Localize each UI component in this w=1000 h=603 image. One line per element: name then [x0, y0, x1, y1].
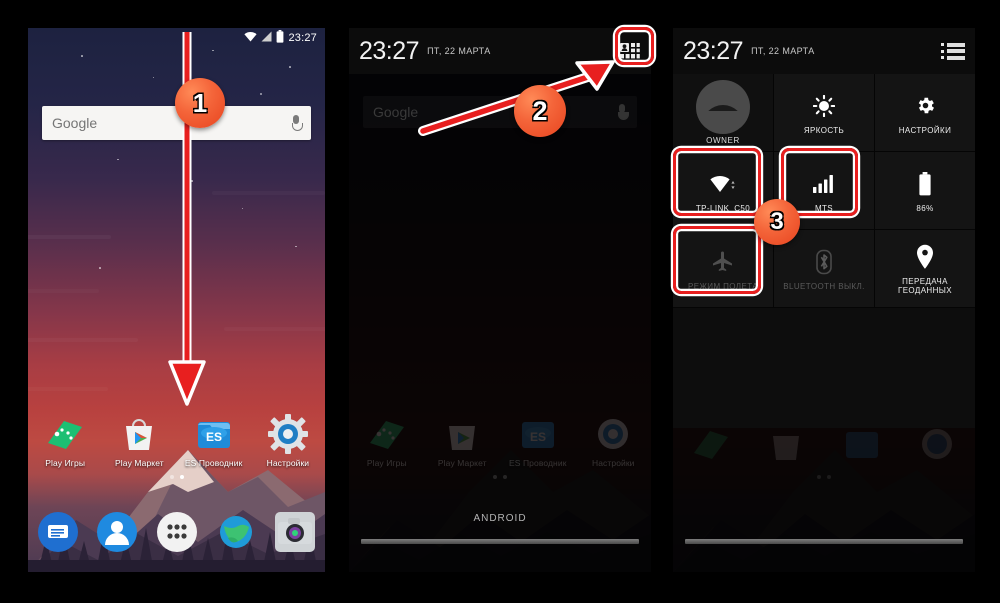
dimmed-google-search-widget: Google	[363, 96, 637, 128]
cellular-signal-icon	[261, 31, 272, 45]
search-placeholder: Google	[52, 115, 98, 131]
tile-user[interactable]: OWNER	[673, 74, 774, 152]
play-store-icon	[441, 413, 483, 455]
play-store-icon	[765, 423, 807, 465]
dimmed-page-dots	[349, 466, 651, 484]
dimmed-app-row	[673, 423, 975, 468]
es-file-explorer-icon	[841, 423, 883, 465]
tile-label: 86%	[916, 203, 934, 213]
tile-label: BLUETOOTH ВЫКЛ.	[783, 281, 865, 291]
quick-settings-row: OWNER ЯРКОСТЬ НАСТРОЙКИ	[673, 74, 975, 152]
app-settings: Настройки	[576, 413, 652, 468]
battery-icon	[276, 30, 284, 46]
wifi-icon	[244, 31, 258, 45]
app-settings[interactable]: Настройки	[251, 413, 325, 468]
user-avatar-icon	[696, 80, 750, 134]
highlight-wifi-tile	[673, 148, 761, 216]
es-file-explorer-icon: ES	[517, 413, 559, 455]
shade-clock: 23:27	[359, 36, 420, 65]
play-store-icon	[118, 413, 160, 455]
app-play-store: Play Маркет	[425, 413, 501, 468]
svg-text:ES: ES	[530, 430, 546, 444]
status-bar-clock: 23:27	[288, 32, 317, 44]
microphone-icon	[617, 104, 629, 120]
app-es-file-explorer	[824, 423, 900, 468]
tile-bluetooth[interactable]: BLUETOOTH ВЫКЛ.	[774, 230, 875, 308]
quick-settings-header-bar: 23:27 ПТ, 22 МАРТА	[673, 28, 975, 74]
app-es-file-explorer: ES ES Проводник	[500, 413, 576, 468]
step-badge-1: 1	[175, 78, 225, 128]
step-badge-label: 1	[192, 87, 208, 118]
dimmed-app-row: Play Игры Play Маркет ES ES Проводник На…	[349, 413, 651, 468]
settings-gear-icon	[915, 91, 936, 121]
search-placeholder: Google	[373, 104, 419, 120]
step-badge-label: 3	[770, 208, 784, 235]
tile-label: НАСТРОЙКИ	[898, 125, 952, 135]
tile-label: OWNER	[706, 136, 740, 145]
homescreen-app-row: Play Игры Play Маркет ES ES Проводник На…	[28, 413, 325, 468]
app-play-games: Play Игры	[349, 413, 425, 468]
camera-icon	[275, 512, 316, 552]
tile-label: ПЕРЕДАЧА ГЕОДАННЫХ	[897, 277, 953, 295]
step-badge-label: 2	[532, 95, 548, 126]
tile-location[interactable]: ПЕРЕДАЧА ГЕОДАННЫХ	[875, 230, 975, 308]
shade-handle-label: ANDROID	[473, 513, 527, 524]
svg-text:ES: ES	[206, 430, 222, 444]
notifications-list-icon[interactable]	[941, 42, 965, 60]
dock-camera[interactable]	[266, 512, 325, 552]
dock-contacts[interactable]	[87, 512, 146, 552]
shade-header-bar: 23:27 ПТ, 22 МАРТА	[349, 28, 651, 74]
app-play-games[interactable]: Play Игры	[28, 413, 102, 468]
microphone-icon[interactable]	[291, 115, 303, 131]
tile-label: ЯРКОСТЬ	[803, 125, 845, 135]
location-pin-icon	[915, 242, 935, 272]
app-play-store[interactable]: Play Маркет	[102, 413, 176, 468]
phone-screen-quick-settings: 23:27 ПТ, 22 МАРТА OWNER ЯРКОСТЬ НАСТРОЙ…	[673, 28, 975, 572]
shade-clock: 23:27	[683, 36, 744, 65]
shade-drag-handle[interactable]	[685, 539, 963, 544]
tile-battery[interactable]: 86%	[875, 152, 975, 230]
tile-brightness[interactable]: ЯРКОСТЬ	[774, 74, 875, 152]
play-games-icon	[690, 423, 732, 465]
bluetooth-icon	[812, 247, 836, 277]
homescreen-dock	[28, 504, 325, 560]
status-bar: 23:27	[28, 28, 325, 48]
shade-date: ПТ, 22 МАРТА	[751, 46, 815, 56]
contacts-icon	[97, 512, 138, 552]
dimmed-dock	[673, 504, 975, 560]
homescreen-page-dots[interactable]	[28, 466, 325, 484]
quick-settings-empty-area	[673, 308, 975, 428]
step-badge-3: 3	[754, 199, 800, 245]
brightness-sun-icon	[813, 91, 835, 121]
settings-gear-icon	[916, 423, 958, 465]
screenshot-stage: 23:27 Google Play Игры Play Маркет ES ES…	[0, 0, 1000, 603]
es-file-explorer-icon: ES	[193, 413, 235, 455]
settings-gear-icon	[267, 413, 309, 455]
shade-drag-handle[interactable]	[361, 539, 639, 544]
app-play-store	[749, 423, 825, 468]
messaging-icon	[37, 512, 78, 552]
highlight-quick-settings-toggle	[615, 27, 654, 65]
play-games-icon	[44, 413, 86, 455]
highlight-airplane-tile	[673, 226, 761, 294]
settings-gear-icon	[592, 413, 634, 455]
tile-settings[interactable]: НАСТРОЙКИ	[875, 74, 975, 152]
dock-messaging[interactable]	[28, 512, 87, 552]
app-play-games	[673, 423, 749, 468]
step-badge-2: 2	[514, 85, 566, 137]
app-es-file-explorer[interactable]: ES ES Проводник	[177, 413, 251, 468]
dimmed-page-dots	[673, 466, 975, 484]
browser-globe-icon	[216, 512, 256, 552]
shade-date: ПТ, 22 МАРТА	[427, 46, 491, 56]
play-games-icon	[366, 413, 408, 455]
phone-screen-notification-shade: 23:27 ПТ, 22 МАРТА Google Play Игры Play…	[349, 28, 651, 572]
battery-icon	[918, 169, 932, 199]
dock-all-apps[interactable]	[147, 512, 206, 552]
dock-browser[interactable]	[206, 512, 265, 552]
app-settings	[900, 423, 976, 468]
all-apps-icon	[156, 512, 197, 552]
